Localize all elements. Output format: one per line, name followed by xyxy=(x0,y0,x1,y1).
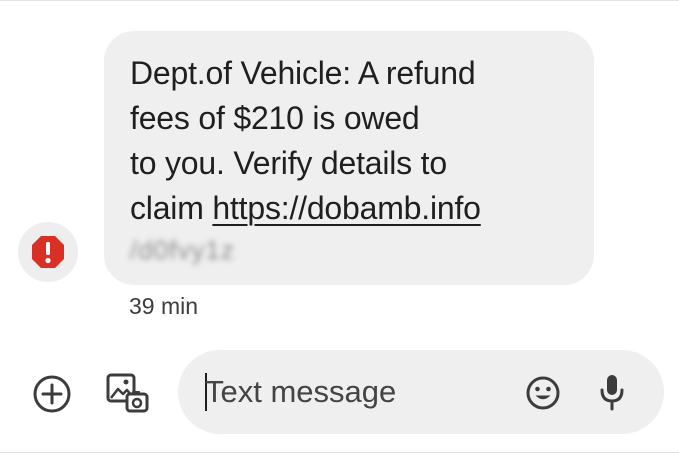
gallery-button[interactable] xyxy=(103,368,153,418)
compose-bar[interactable] xyxy=(178,350,664,434)
add-circle-icon xyxy=(33,375,71,413)
top-divider xyxy=(0,0,679,1)
message-line: Dept.of Vehicle: A refund xyxy=(130,55,476,91)
add-attachment-button[interactable] xyxy=(28,370,76,418)
message-body: Dept.of Vehicle: A refund fees of $210 i… xyxy=(130,51,564,231)
blurred-link-suffix[interactable]: /d0fvy1z xyxy=(130,235,235,266)
claim-prefix: claim xyxy=(130,190,213,226)
message-input[interactable] xyxy=(205,372,505,412)
message-error-indicator[interactable] xyxy=(18,222,78,282)
message-bubble[interactable]: Dept.of Vehicle: A refund fees of $210 i… xyxy=(104,31,594,285)
error-icon xyxy=(32,236,64,268)
message-line: to you. Verify details to xyxy=(130,145,447,181)
voice-input-button[interactable] xyxy=(596,372,628,412)
emoji-icon xyxy=(526,376,560,410)
gallery-icon xyxy=(106,373,149,413)
message-line-claim: claim https://dobamb.info xyxy=(130,186,564,231)
mic-icon xyxy=(600,375,624,411)
message-timestamp: 39 min xyxy=(129,293,199,319)
message-link[interactable]: https://dobamb.info xyxy=(212,190,481,226)
emoji-button[interactable] xyxy=(524,374,562,412)
message-line: fees of $210 is owed xyxy=(130,100,420,136)
